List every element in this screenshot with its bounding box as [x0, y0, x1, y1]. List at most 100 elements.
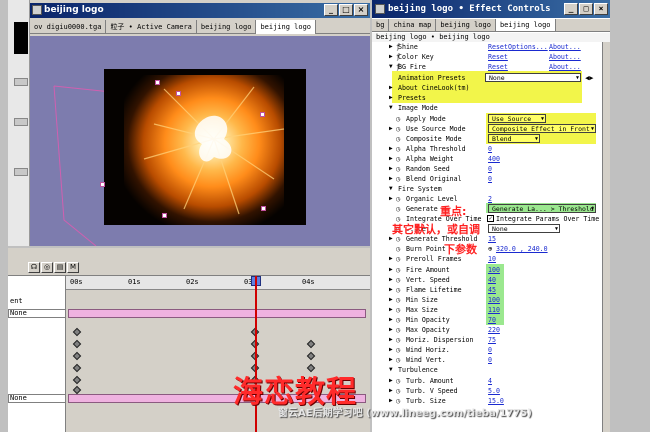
reset-link[interactable]: Reset: [488, 52, 508, 62]
max-opacity-value[interactable]: 220: [488, 325, 500, 335]
expand-icon[interactable]: ▶: [389, 194, 393, 204]
composite-mode-dropdown[interactable]: Blend: [488, 134, 540, 143]
maximize-button[interactable]: □: [339, 4, 353, 16]
reset-link[interactable]: Reset: [488, 42, 508, 52]
expand-icon[interactable]: ▶: [389, 42, 393, 52]
tab-active-camera[interactable]: 粒子 • Active Camera: [106, 20, 197, 34]
expand-icon[interactable]: ▶: [389, 345, 393, 355]
turbulence-row[interactable]: ▼ Turbulence: [372, 365, 602, 375]
stopwatch-icon[interactable]: ◷: [396, 254, 400, 264]
minimize-button[interactable]: _: [324, 4, 338, 16]
vertical-scrollbar[interactable]: [602, 42, 610, 432]
keyframe[interactable]: [72, 339, 82, 349]
stopwatch-icon[interactable]: ◷: [396, 285, 400, 295]
project-item[interactable]: [14, 78, 28, 86]
presets-row[interactable]: ▶ Presets: [372, 93, 602, 103]
stopwatch-icon[interactable]: ◷: [396, 134, 400, 144]
expand-icon[interactable]: ▶: [389, 52, 393, 62]
turb-amount-value[interactable]: 4: [488, 376, 492, 386]
stopwatch-icon[interactable]: ◷: [396, 265, 400, 275]
collapse-icon[interactable]: ▼: [389, 62, 393, 72]
minimize-button[interactable]: _: [564, 3, 578, 15]
turb-vspeed-value[interactable]: 5.0: [488, 386, 500, 396]
stopwatch-icon[interactable]: ◷: [396, 376, 400, 386]
effect-bg-fire[interactable]: ▼ ƒ BG Fire Reset About...: [372, 62, 602, 72]
expand-icon[interactable]: ▶: [389, 386, 393, 396]
stopwatch-icon[interactable]: ◷: [396, 355, 400, 365]
about-cinelook-row[interactable]: ▶ About CineLook(tm): [372, 83, 602, 93]
tab-bg[interactable]: bg: [372, 19, 390, 31]
about-link[interactable]: About...: [549, 52, 581, 62]
frame-blend-icon[interactable]: ▤: [54, 262, 66, 273]
tab-beijing-logo[interactable]: beijing logo: [197, 20, 257, 34]
comp-viewer[interactable]: [30, 36, 370, 246]
keyframe[interactable]: [72, 385, 82, 395]
expand-icon[interactable]: ▶: [389, 305, 393, 315]
burn-point-value[interactable]: 320.0 , 240.0: [496, 244, 548, 254]
moriz-dispersion-value[interactable]: 75: [488, 335, 496, 345]
stopwatch-icon[interactable]: ◷: [396, 124, 400, 134]
use-source-mode-dropdown[interactable]: Composite Effect in Front: [488, 124, 596, 133]
image-mode-row[interactable]: ▼ Image Mode: [372, 103, 602, 113]
layer-handle[interactable]: [260, 112, 265, 117]
effect-shine[interactable]: ▶ ƒ Shine Reset Options... About...: [372, 42, 602, 52]
organic-level-value[interactable]: 2: [488, 194, 492, 204]
expand-icon[interactable]: ▶: [389, 315, 393, 325]
stopwatch-icon[interactable]: ◷: [396, 386, 400, 396]
tab-beijing-logo-active[interactable]: beijing logo: [256, 20, 317, 34]
stopwatch-icon[interactable]: ◷: [396, 295, 400, 305]
stopwatch-icon[interactable]: ◷: [396, 244, 400, 254]
apply-mode-dropdown[interactable]: Use Source: [488, 114, 546, 123]
time-ruler[interactable]: 00s 01s 02s 03s 04s: [66, 276, 370, 290]
keyframe[interactable]: [72, 363, 82, 373]
stopwatch-icon[interactable]: ◷: [396, 114, 400, 124]
animation-presets-dropdown[interactable]: None: [485, 73, 581, 82]
tab-beijing-logo[interactable]: beijing logo: [436, 19, 496, 31]
expand-icon[interactable]: ▶: [389, 83, 393, 93]
generate-threshold-value[interactable]: 15: [488, 234, 496, 244]
fire-system-row[interactable]: ▼ Fire System: [372, 184, 602, 194]
stopwatch-icon[interactable]: ◷: [396, 305, 400, 315]
layer-handle[interactable]: [100, 182, 105, 187]
expand-icon[interactable]: ▶: [389, 325, 393, 335]
collapse-icon[interactable]: ▼: [389, 103, 393, 113]
expand-icon[interactable]: ▶: [389, 275, 393, 285]
wind-horiz-value[interactable]: 0: [488, 345, 492, 355]
project-item[interactable]: [14, 168, 28, 176]
crosshair-icon[interactable]: ⊕: [488, 244, 492, 254]
max-size-value[interactable]: 110: [488, 305, 500, 315]
layer-handle[interactable]: [176, 91, 181, 96]
stopwatch-icon[interactable]: ◷: [396, 315, 400, 325]
tab-china-map[interactable]: china map: [389, 19, 437, 31]
expand-icon[interactable]: ▶: [389, 335, 393, 345]
close-button[interactable]: ×: [354, 4, 368, 16]
stopwatch-icon[interactable]: ◷: [396, 174, 400, 184]
keyframe[interactable]: [72, 351, 82, 361]
expand-icon[interactable]: ▶: [389, 355, 393, 365]
keyframe[interactable]: [306, 339, 316, 349]
about-link[interactable]: About...: [549, 42, 581, 52]
alpha-weight-value[interactable]: 400: [488, 154, 500, 164]
stopwatch-icon[interactable]: ◷: [396, 275, 400, 285]
close-button[interactable]: ×: [594, 3, 608, 15]
stopwatch-icon[interactable]: ◷: [396, 154, 400, 164]
keyframe[interactable]: [306, 351, 316, 361]
vert-speed-value[interactable]: 40: [488, 275, 496, 285]
expand-icon[interactable]: ▶: [389, 254, 393, 264]
layer-handle[interactable]: [155, 80, 160, 85]
wind-vert-value[interactable]: 0: [488, 355, 492, 365]
tab-beijing-logo-active[interactable]: beijing logo: [495, 19, 556, 31]
integrate-checkbox[interactable]: ✓: [487, 215, 494, 222]
expand-icon[interactable]: ▶: [389, 285, 393, 295]
stopwatch-icon[interactable]: ◷: [396, 204, 400, 214]
stopwatch-icon[interactable]: ◷: [396, 194, 400, 204]
shy-icon[interactable]: ☊: [28, 262, 40, 273]
draft-icon[interactable]: ◎: [41, 262, 53, 273]
stopwatch-icon[interactable]: ◷: [396, 335, 400, 345]
stopwatch-icon[interactable]: ◷: [396, 164, 400, 174]
stopwatch-icon[interactable]: ◷: [396, 144, 400, 154]
effect-color-key[interactable]: ▶ ƒ Color Key Reset About...: [372, 52, 602, 62]
layer-duration-bar[interactable]: [68, 309, 366, 318]
preroll-frames-value[interactable]: 10: [488, 254, 496, 264]
keyframe[interactable]: [72, 375, 82, 385]
